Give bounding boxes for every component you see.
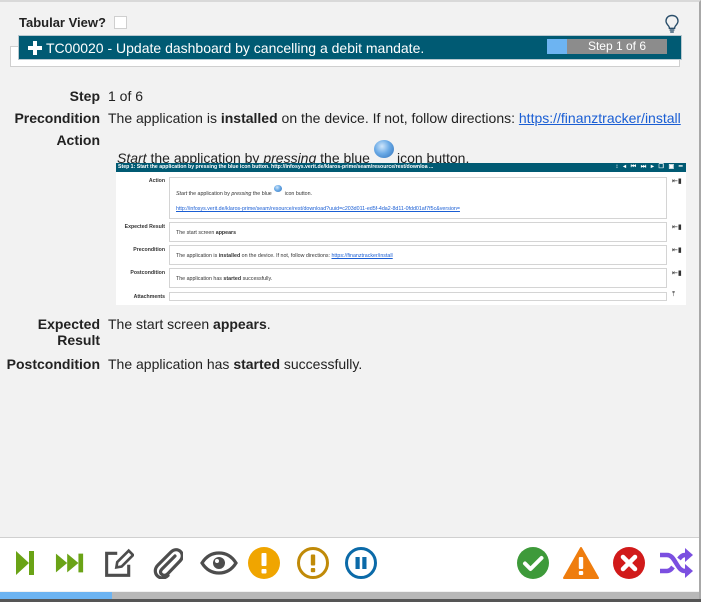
text: The start screen (108, 316, 214, 332)
insert-icon: ⇤▮ (672, 178, 682, 185)
precondition-row: Precondition The application is installe… (0, 110, 690, 126)
pause-icon (345, 547, 377, 579)
text: successfully. (241, 276, 273, 282)
step-progress-fill (547, 39, 567, 54)
embedded-install-link: https://finanztracker/install (331, 253, 393, 259)
embedded-expected-box: The start screen appears (169, 222, 667, 242)
step-row: Step 1 of 6 (0, 88, 690, 104)
pause-button[interactable] (344, 546, 378, 580)
skip-button[interactable] (659, 547, 693, 579)
text: . (266, 316, 271, 332)
embedded-expected-label: Expected Result (124, 224, 165, 230)
check-circle-icon (517, 547, 549, 579)
text: The application has (108, 356, 234, 372)
tabular-view-label: Tabular View? (19, 15, 106, 30)
italic-text: pressing (231, 191, 252, 197)
flag-issue-button[interactable] (247, 546, 281, 580)
text: icon button. (283, 191, 313, 197)
embedded-precondition-label: Precondition (133, 247, 165, 253)
embedded-download-link: http://infosys.verit.de/klaros-prime/sea… (176, 206, 460, 212)
edit-icon (105, 548, 134, 577)
embedded-title: Step 1: Start the application by pressin… (118, 164, 434, 170)
install-link[interactable]: https://finanztracker/install (519, 110, 681, 126)
x-circle-icon (613, 547, 645, 579)
step-label: Step (69, 88, 100, 104)
embedded-action-text: Start the application by pressing the bl… (176, 185, 666, 197)
flag-warning-button[interactable] (296, 546, 330, 580)
shuffle-icon (660, 548, 693, 578)
error-button[interactable] (563, 546, 599, 580)
insert-icon: ⇤▮ (672, 247, 682, 254)
exclamation-filled-icon (248, 547, 280, 579)
step-value: 1 of 6 (108, 88, 144, 104)
text: on the device. If not, follow directions… (240, 253, 332, 259)
embedded-action-label: Action (148, 178, 165, 184)
fast-forward-button[interactable] (55, 548, 85, 578)
insert-icon: ⇤▮ (672, 270, 682, 277)
next-step-button[interactable] (10, 548, 40, 578)
precondition-label: Precondition (14, 110, 100, 126)
text: The application has (176, 276, 224, 282)
text: The application is (108, 110, 221, 126)
upload-icon: ⤒ (672, 291, 676, 298)
postcondition-value: The application has started successfully… (108, 356, 362, 372)
text: the application by (187, 191, 232, 197)
expected-result-label: Expected Result (37, 316, 100, 348)
bold-text: appears (213, 316, 267, 332)
step-result-details: Expected Result The start screen appears… (0, 316, 690, 378)
text: on the device. If not, follow directions… (277, 110, 519, 126)
bold-text: started (233, 356, 280, 372)
execution-toolbar (0, 537, 699, 591)
expand-plus-icon[interactable] (28, 40, 42, 55)
bold-text: installed (220, 110, 278, 126)
bold-text: started (223, 276, 242, 282)
embedded-header: Step 1: Start the application by pressin… (116, 163, 686, 172)
attachment-button[interactable] (153, 548, 183, 579)
embedded-step-screenshot: Step 1: Start the application by pressin… (116, 163, 686, 305)
embedded-postcondition-box: The application has started successfully… (169, 268, 667, 288)
eye-icon (200, 551, 238, 575)
tabular-view-toggle: Tabular View? (19, 15, 127, 30)
postcondition-row: Postcondition The application has starte… (0, 356, 690, 372)
text: successfully. (280, 356, 363, 372)
fast-forward-icon (55, 553, 84, 573)
embedded-precondition-box: The application is installed on the devi… (169, 245, 667, 265)
embedded-postcondition-label: Postcondition (130, 270, 165, 276)
warning-triangle-icon (563, 547, 599, 579)
step-progress-bar: Step 1 of 6 (547, 39, 667, 54)
step-progress-label: Step 1 of 6 (587, 39, 647, 53)
test-case-title: TC00020 - Update dashboard by cancelling… (46, 39, 425, 56)
globe-button-icon (373, 140, 394, 158)
embedded-attachments-label: Attachments (133, 294, 165, 300)
embedded-attachments-box (169, 292, 667, 301)
overall-progress-bar (0, 592, 699, 599)
passed-button[interactable] (516, 546, 550, 580)
text: The start screen (176, 230, 216, 236)
text: The application is (176, 253, 219, 259)
step-forward-icon (16, 551, 34, 575)
insert-icon: ⇤▮ (672, 224, 682, 231)
italic-text: Start (176, 191, 188, 197)
paperclip-icon (153, 548, 183, 579)
failed-button[interactable] (612, 546, 646, 580)
bold-text: appears (215, 230, 237, 236)
view-button[interactable] (200, 548, 238, 578)
expected-result-row: Expected Result The start screen appears… (0, 316, 690, 348)
test-case-header[interactable]: TC00020 - Update dashboard by cancelling… (18, 35, 682, 60)
text: the blue (251, 191, 274, 197)
step-details: Step 1 of 6 Precondition The application… (0, 88, 690, 154)
embedded-action-box: Start the application by pressing the bl… (169, 177, 667, 219)
exclamation-outline-icon (297, 547, 329, 579)
expected-result-value: The start screen appears. (108, 316, 271, 348)
lightbulb-icon[interactable] (664, 14, 680, 34)
overall-progress-fill (0, 592, 112, 599)
postcondition-label: Postcondition (6, 356, 100, 372)
bold-text: installed (218, 253, 241, 259)
precondition-value: The application is installed on the devi… (108, 110, 681, 126)
globe-icon (274, 185, 283, 192)
embedded-toolbar-icons: ↕ ◂ ⏮ ⏭ ▸ ❐ ▣ ━ (615, 164, 684, 170)
edit-button[interactable] (104, 548, 134, 578)
tabular-view-checkbox[interactable] (113, 16, 127, 29)
action-label: Action (56, 132, 100, 148)
